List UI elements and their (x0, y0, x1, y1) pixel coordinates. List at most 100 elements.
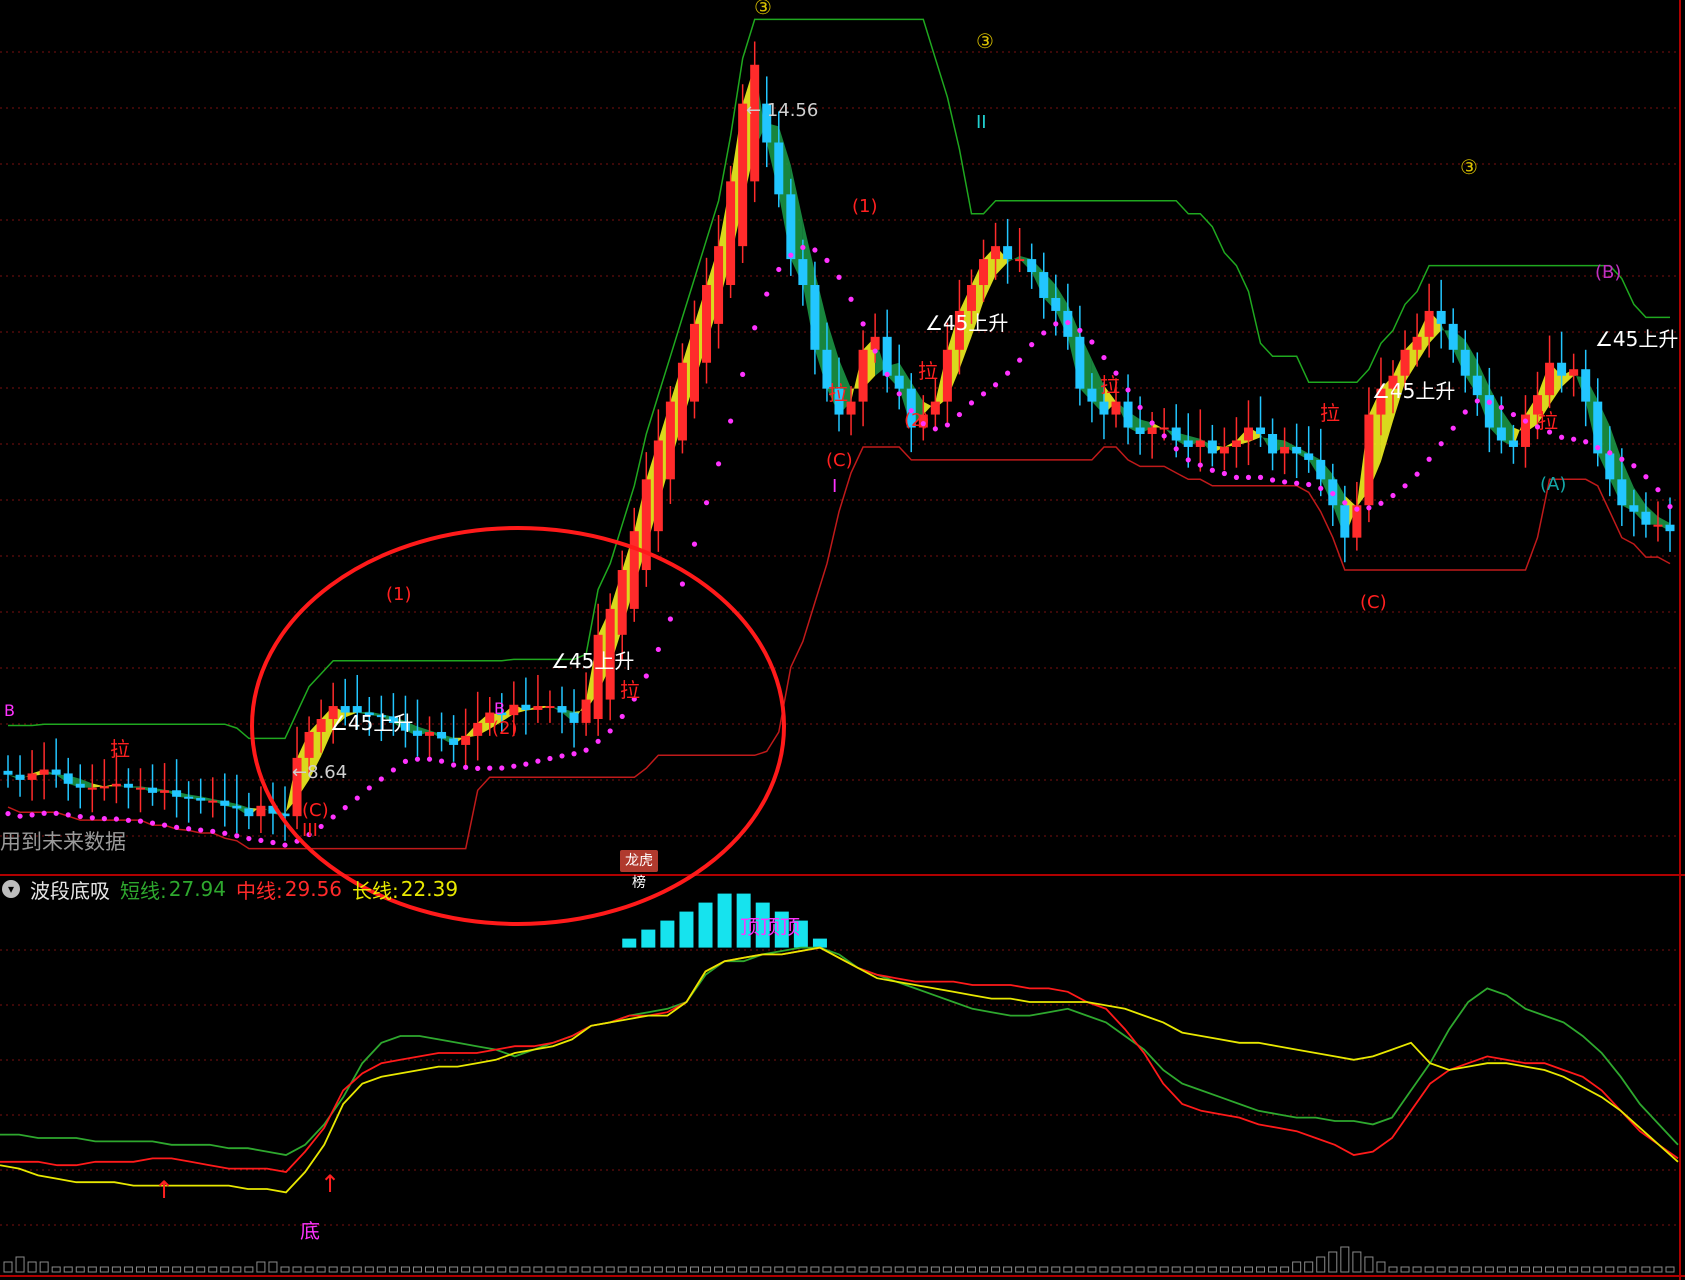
volume-bar (846, 1266, 856, 1273)
candle-body (1243, 427, 1253, 441)
ma-dot (691, 541, 698, 547)
ma-dot (463, 764, 469, 770)
ma-dot (390, 767, 396, 773)
volume-bar (437, 1266, 447, 1273)
pull-label: 拉 (828, 381, 848, 405)
ma-dot (523, 761, 529, 767)
volume-bar (485, 1266, 495, 1273)
volume-bar (689, 1266, 699, 1273)
candle-body (1039, 272, 1049, 298)
ma-dot (1318, 485, 1324, 492)
ma-dot (1378, 500, 1384, 506)
volume-bar (256, 1261, 266, 1273)
ma-dot (992, 382, 999, 388)
ma-dot (788, 252, 794, 258)
price-panel[interactable]: ← 14.56←8.64∠45上升∠45上升∠45上升∠45上升∠45上升拉拉拉… (0, 0, 1685, 1280)
buy-arrow-icon: ↑ (320, 1170, 340, 1198)
candle-body (1015, 259, 1025, 262)
candle-body (1316, 459, 1326, 480)
collapse-icon[interactable]: ▾ (2, 880, 20, 898)
ma-dot (222, 830, 228, 836)
candle-body (1159, 427, 1169, 430)
volume-bar (593, 1266, 603, 1273)
candle-body (1436, 310, 1446, 324)
candle-body (3, 770, 13, 775)
volume-bar (1617, 1266, 1627, 1273)
candle-body (1280, 446, 1290, 454)
ma-dot (571, 751, 577, 757)
volume-bar (99, 1266, 109, 1273)
candle-body (665, 401, 675, 480)
volume-bar (39, 1261, 49, 1273)
top-histogram-bar (622, 938, 637, 948)
candle-body (581, 699, 591, 723)
candle-body (1027, 259, 1037, 273)
volume-bar (1388, 1266, 1398, 1273)
candle-body (1448, 323, 1458, 350)
ma-dot (1294, 480, 1300, 486)
volume-bar (750, 1266, 760, 1273)
top-histogram-bar (679, 911, 694, 948)
candle-body (774, 142, 784, 195)
volume-bar (1256, 1266, 1266, 1273)
volume-bar (557, 1266, 567, 1273)
b-marker: B (494, 699, 505, 718)
ma-dot (535, 758, 541, 764)
volume-bar (3, 1261, 13, 1273)
candle-body (786, 194, 796, 260)
candle-body (1171, 427, 1181, 441)
wave-c-label: (C) (826, 450, 853, 471)
volume-bar (665, 1266, 675, 1273)
ma-dot (5, 810, 11, 817)
candle-body (123, 783, 133, 788)
dragon-tiger-badge[interactable]: 龙虎榜 (620, 850, 658, 891)
volume-bar (617, 1266, 627, 1273)
volume-bar (352, 1266, 362, 1273)
ma-dot (667, 616, 673, 622)
volume-bar (449, 1266, 459, 1273)
volume-bar (1111, 1266, 1121, 1273)
candle-body (1653, 524, 1663, 527)
volume-bar (1304, 1261, 1314, 1273)
ma-dot (715, 461, 722, 467)
ma-dot (1330, 490, 1336, 497)
ma-dot (1583, 439, 1589, 445)
ma-dot (980, 391, 987, 397)
bottom-signal-label: 底 (300, 1219, 320, 1243)
ma-dot (89, 815, 95, 821)
ma-dot (258, 837, 264, 844)
candle-body (1340, 505, 1350, 538)
ma-dot (1474, 398, 1480, 404)
ma-dot (1233, 474, 1240, 480)
candle-body (232, 805, 242, 809)
pull-label: 拉 (918, 359, 938, 383)
volume-bar (882, 1266, 892, 1273)
volume-bar (208, 1266, 218, 1273)
volume-bar (1605, 1266, 1615, 1273)
ma-dot (752, 325, 758, 331)
candle-body (1195, 440, 1205, 447)
ma-dot (1017, 357, 1023, 363)
high-price-label: ← 14.56 (746, 100, 818, 121)
volume-bar (677, 1266, 687, 1273)
volume-bar (1364, 1256, 1374, 1273)
candle-body (617, 570, 627, 635)
volume-bar (1039, 1266, 1049, 1273)
candle-body (858, 349, 868, 402)
ma-dot (1173, 446, 1179, 452)
ma-dot (41, 810, 47, 816)
candle-body (425, 731, 435, 736)
volume-bar (653, 1266, 663, 1273)
candle-body (1051, 297, 1061, 311)
volume-bar (726, 1266, 736, 1273)
ma-dot (234, 833, 240, 839)
volume-bar (87, 1266, 97, 1273)
wave-a-label: (A) (1540, 474, 1566, 495)
candle-body (1496, 427, 1506, 441)
long-line-label: 长线: (352, 878, 399, 903)
ma-dot (65, 812, 71, 818)
volume-bar (497, 1266, 507, 1273)
ma-dot (1101, 354, 1107, 361)
volume-bar (1569, 1266, 1579, 1273)
lower-channel-line (7, 446, 1671, 850)
